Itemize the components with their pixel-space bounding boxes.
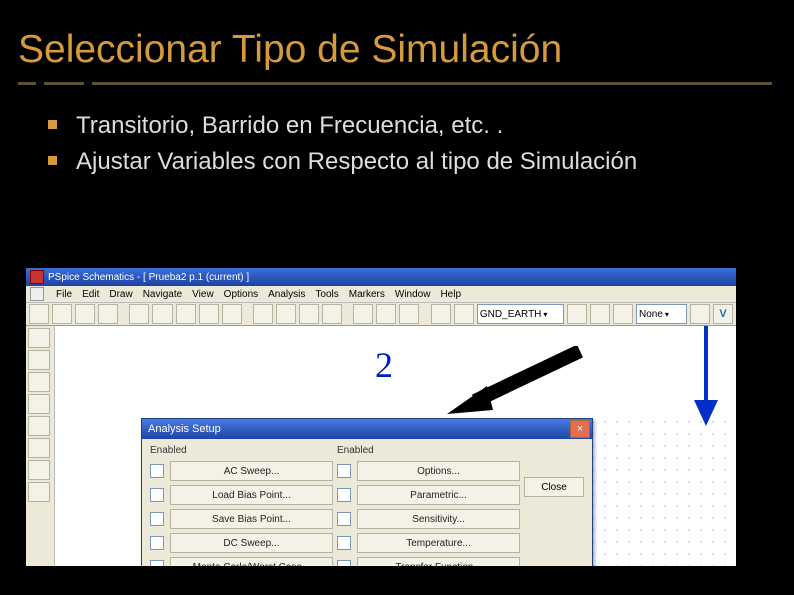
load-bias-button[interactable]: Load Bias Point... xyxy=(170,485,333,505)
checkbox-transfer[interactable] xyxy=(337,560,351,566)
checkbox-sensitivity[interactable] xyxy=(337,512,351,526)
paste-button[interactable] xyxy=(176,304,196,324)
redo-button[interactable] xyxy=(222,304,242,324)
close-icon[interactable]: × xyxy=(570,420,590,438)
draw-ab-button[interactable] xyxy=(28,460,50,480)
doc-icon xyxy=(30,287,44,301)
save-button[interactable] xyxy=(75,304,95,324)
page-title: Seleccionar Tipo de Simulación xyxy=(0,0,794,82)
checkbox-monte-carlo[interactable] xyxy=(150,560,164,566)
ground-select[interactable]: GND_EARTH ▾ xyxy=(477,304,564,324)
parametric-button[interactable]: Parametric... xyxy=(357,485,520,505)
menu-options[interactable]: Options xyxy=(224,289,258,300)
menu-view[interactable]: View xyxy=(192,289,214,300)
dialog-title: Analysis Setup xyxy=(148,423,221,435)
draw-circle-button[interactable] xyxy=(28,350,50,370)
monte-carlo-button[interactable]: Monte Carlo/Worst Case... xyxy=(170,557,333,566)
pspice-window: PSpice Schematics - [ Prueba2 p.1 (curre… xyxy=(26,268,736,566)
schematic-canvas[interactable]: 2 Analysis Setup × Enable xyxy=(55,326,736,566)
checkbox-save-bias[interactable] xyxy=(150,512,164,526)
checkbox-options[interactable] xyxy=(337,464,351,478)
new-button[interactable] xyxy=(29,304,49,324)
menu-tools[interactable]: Tools xyxy=(315,289,338,300)
checkbox-load-bias[interactable] xyxy=(150,488,164,502)
part-select[interactable]: None ▾ xyxy=(636,304,687,324)
transfer-function-button[interactable]: Transfer Function... xyxy=(357,557,520,566)
temperature-button[interactable]: Temperature... xyxy=(357,533,520,553)
menu-markers[interactable]: Markers xyxy=(349,289,385,300)
checkbox-parametric[interactable] xyxy=(337,488,351,502)
draw-text-button[interactable] xyxy=(28,438,50,458)
options-button[interactable]: Options... xyxy=(357,461,520,481)
undo-button[interactable] xyxy=(199,304,219,324)
v-button[interactable]: V xyxy=(713,304,733,324)
open-button[interactable] xyxy=(52,304,72,324)
dialog-titlebar: Analysis Setup × xyxy=(142,419,592,439)
menu-draw[interactable]: Draw xyxy=(109,289,132,300)
list-item: Transitorio, Barrido en Frecuencia, etc.… xyxy=(52,110,770,142)
part-button[interactable] xyxy=(353,304,373,324)
analysis-setup-dialog: Analysis Setup × Enabled AC Sweep... Loa… xyxy=(141,418,593,566)
window-title: PSpice Schematics - [ Prueba2 p.1 (curre… xyxy=(48,272,249,283)
checkbox-dc-sweep[interactable] xyxy=(150,536,164,550)
enabled-header: Enabled xyxy=(150,445,333,457)
text-button[interactable] xyxy=(399,304,419,324)
arrow-blue-icon xyxy=(691,326,721,426)
app-icon xyxy=(30,270,44,284)
draw-poly-button[interactable] xyxy=(28,394,50,414)
draw-arc-button[interactable] xyxy=(28,416,50,436)
dc-sweep-button[interactable]: DC Sweep... xyxy=(170,533,333,553)
menu-edit[interactable]: Edit xyxy=(82,289,99,300)
menu-help[interactable]: Help xyxy=(440,289,461,300)
layers-button[interactable] xyxy=(28,482,50,502)
window-titlebar: PSpice Schematics - [ Prueba2 p.1 (curre… xyxy=(26,268,736,286)
ground-add-button[interactable] xyxy=(567,304,587,324)
run-button[interactable] xyxy=(454,304,474,324)
zoom-fit-button[interactable] xyxy=(299,304,319,324)
zoom-in-button[interactable] xyxy=(253,304,273,324)
side-toolbar xyxy=(26,326,55,566)
close-button[interactable]: Close xyxy=(524,477,584,497)
bullet-list: Transitorio, Barrido en Frecuencia, etc.… xyxy=(0,92,794,187)
enabled-header: Enabled xyxy=(337,445,520,457)
menu-file[interactable]: File xyxy=(56,289,72,300)
draw-line-button[interactable] xyxy=(28,372,50,392)
zoom-out-button[interactable] xyxy=(276,304,296,324)
menu-navigate[interactable]: Navigate xyxy=(143,289,182,300)
arrow-black-icon xyxy=(445,346,585,416)
print-button[interactable] xyxy=(98,304,118,324)
menu-analysis[interactable]: Analysis xyxy=(268,289,305,300)
annotation-2: 2 xyxy=(375,344,393,386)
ac-sweep-button[interactable]: AC Sweep... xyxy=(170,461,333,481)
part-select-value: None xyxy=(639,309,663,320)
zoom-area-button[interactable] xyxy=(322,304,342,324)
ground-select-value: GND_EARTH xyxy=(480,309,542,320)
marker-i-button[interactable] xyxy=(613,304,633,324)
menubar: File Edit Draw Navigate View Options Ana… xyxy=(26,286,736,303)
sim-setup-button[interactable] xyxy=(431,304,451,324)
probe-button[interactable] xyxy=(690,304,710,324)
draw-rect-button[interactable] xyxy=(28,328,50,348)
checkbox-ac-sweep[interactable] xyxy=(150,464,164,478)
menu-window[interactable]: Window xyxy=(395,289,431,300)
save-bias-button[interactable]: Save Bias Point... xyxy=(170,509,333,529)
divider xyxy=(18,82,776,92)
sensitivity-button[interactable]: Sensitivity... xyxy=(357,509,520,529)
checkbox-temperature[interactable] xyxy=(337,536,351,550)
cut-button[interactable] xyxy=(129,304,149,324)
list-item: Ajustar Variables con Respecto al tipo d… xyxy=(52,146,770,178)
chevron-down-icon: ▾ xyxy=(543,310,547,319)
wire-button[interactable] xyxy=(376,304,396,324)
chevron-down-icon: ▾ xyxy=(665,310,669,319)
marker-v-button[interactable] xyxy=(590,304,610,324)
copy-button[interactable] xyxy=(152,304,172,324)
toolbar: GND_EARTH ▾ None ▾ V xyxy=(26,303,736,326)
